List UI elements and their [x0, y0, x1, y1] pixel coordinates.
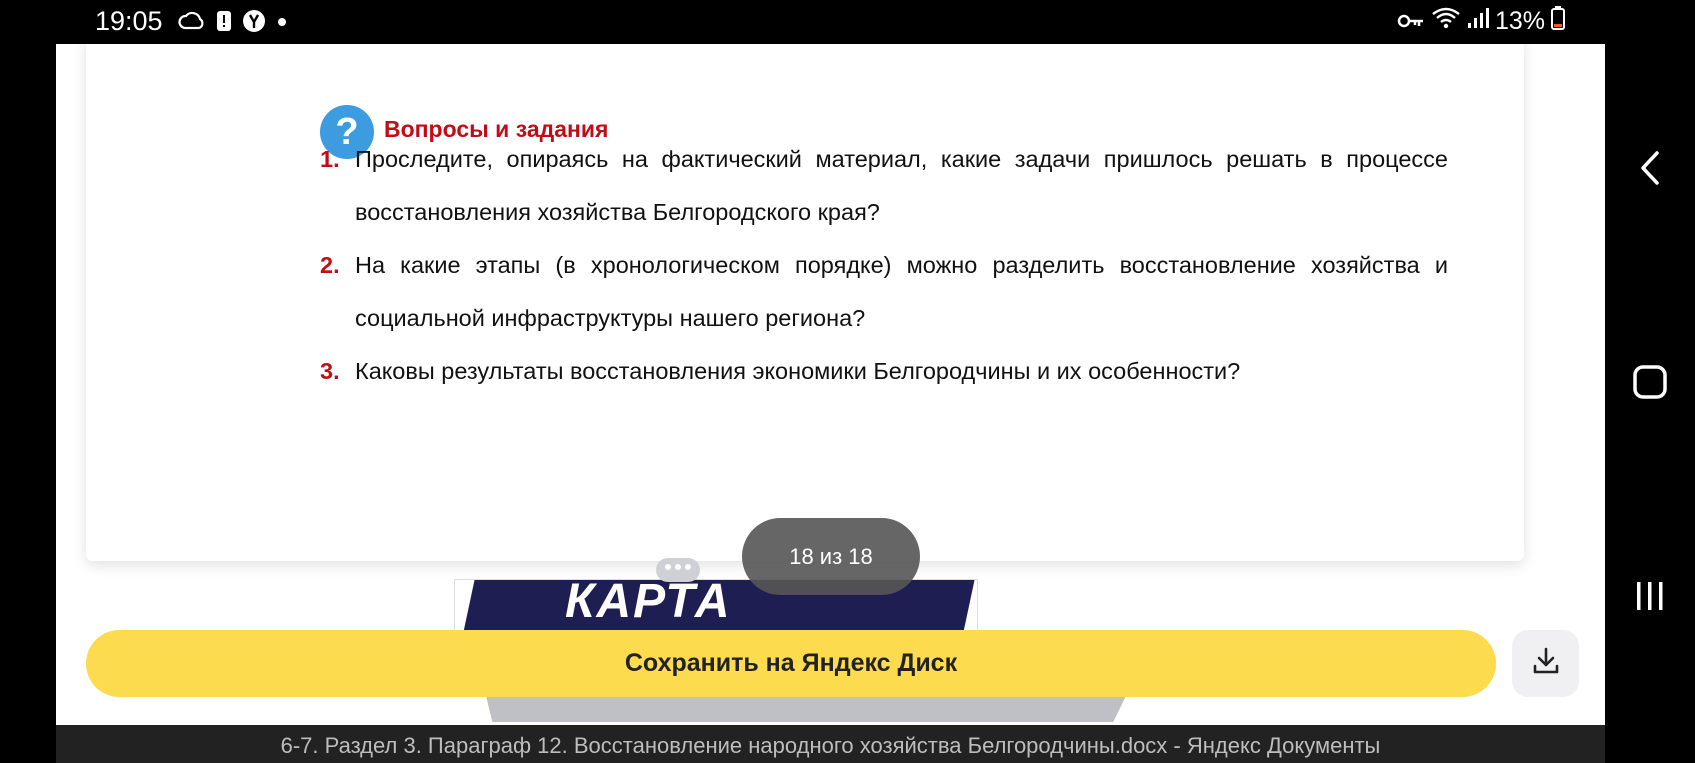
question-number: 3. [320, 358, 340, 384]
next-page-preview-edge [486, 696, 1126, 722]
navigation-bar [1605, 0, 1695, 763]
map-banner-text: КАРТА [565, 575, 732, 628]
document-page: ? Вопросы и задания 1. Проследите, опира… [86, 44, 1524, 561]
dot-icon [276, 15, 288, 33]
question-text: На какие этапы (в хронологическом порядк… [355, 252, 1448, 331]
question-text: Проследите, опираясь на фактический мате… [355, 146, 1448, 225]
window-title: 6-7. Раздел 3. Параграф 12. Восстановлен… [56, 725, 1605, 763]
status-bar: 19:05 13% [0, 0, 1605, 44]
question-text: Каковы результаты восстановления экономи… [355, 358, 1241, 384]
save-to-disk-button[interactable]: Сохранить на Яндекс Диск [86, 630, 1496, 697]
home-button[interactable] [1605, 354, 1695, 414]
download-icon [1531, 646, 1561, 681]
battery-percent: 13% [1494, 7, 1545, 35]
recents-button[interactable] [1605, 568, 1695, 628]
yandex-icon [242, 9, 266, 38]
home-icon [1633, 364, 1667, 404]
download-button[interactable] [1512, 630, 1579, 697]
more-icon[interactable] [656, 558, 700, 587]
back-icon [1638, 150, 1662, 191]
key-icon [1397, 7, 1425, 36]
page-counter: 18 из 18 [742, 518, 920, 595]
signal-icon [1467, 7, 1489, 36]
document-viewer: ? Вопросы и задания 1. Проследите, опира… [56, 44, 1605, 725]
alert-icon [216, 10, 232, 37]
recents-icon [1634, 580, 1666, 617]
battery-icon [1551, 6, 1565, 37]
question-number: 2. [320, 252, 340, 278]
cloud-icon [178, 10, 206, 37]
back-button[interactable] [1605, 140, 1695, 200]
wifi-icon [1431, 6, 1461, 37]
status-time: 19:05 [95, 6, 163, 36]
question-number: 1. [320, 146, 340, 172]
